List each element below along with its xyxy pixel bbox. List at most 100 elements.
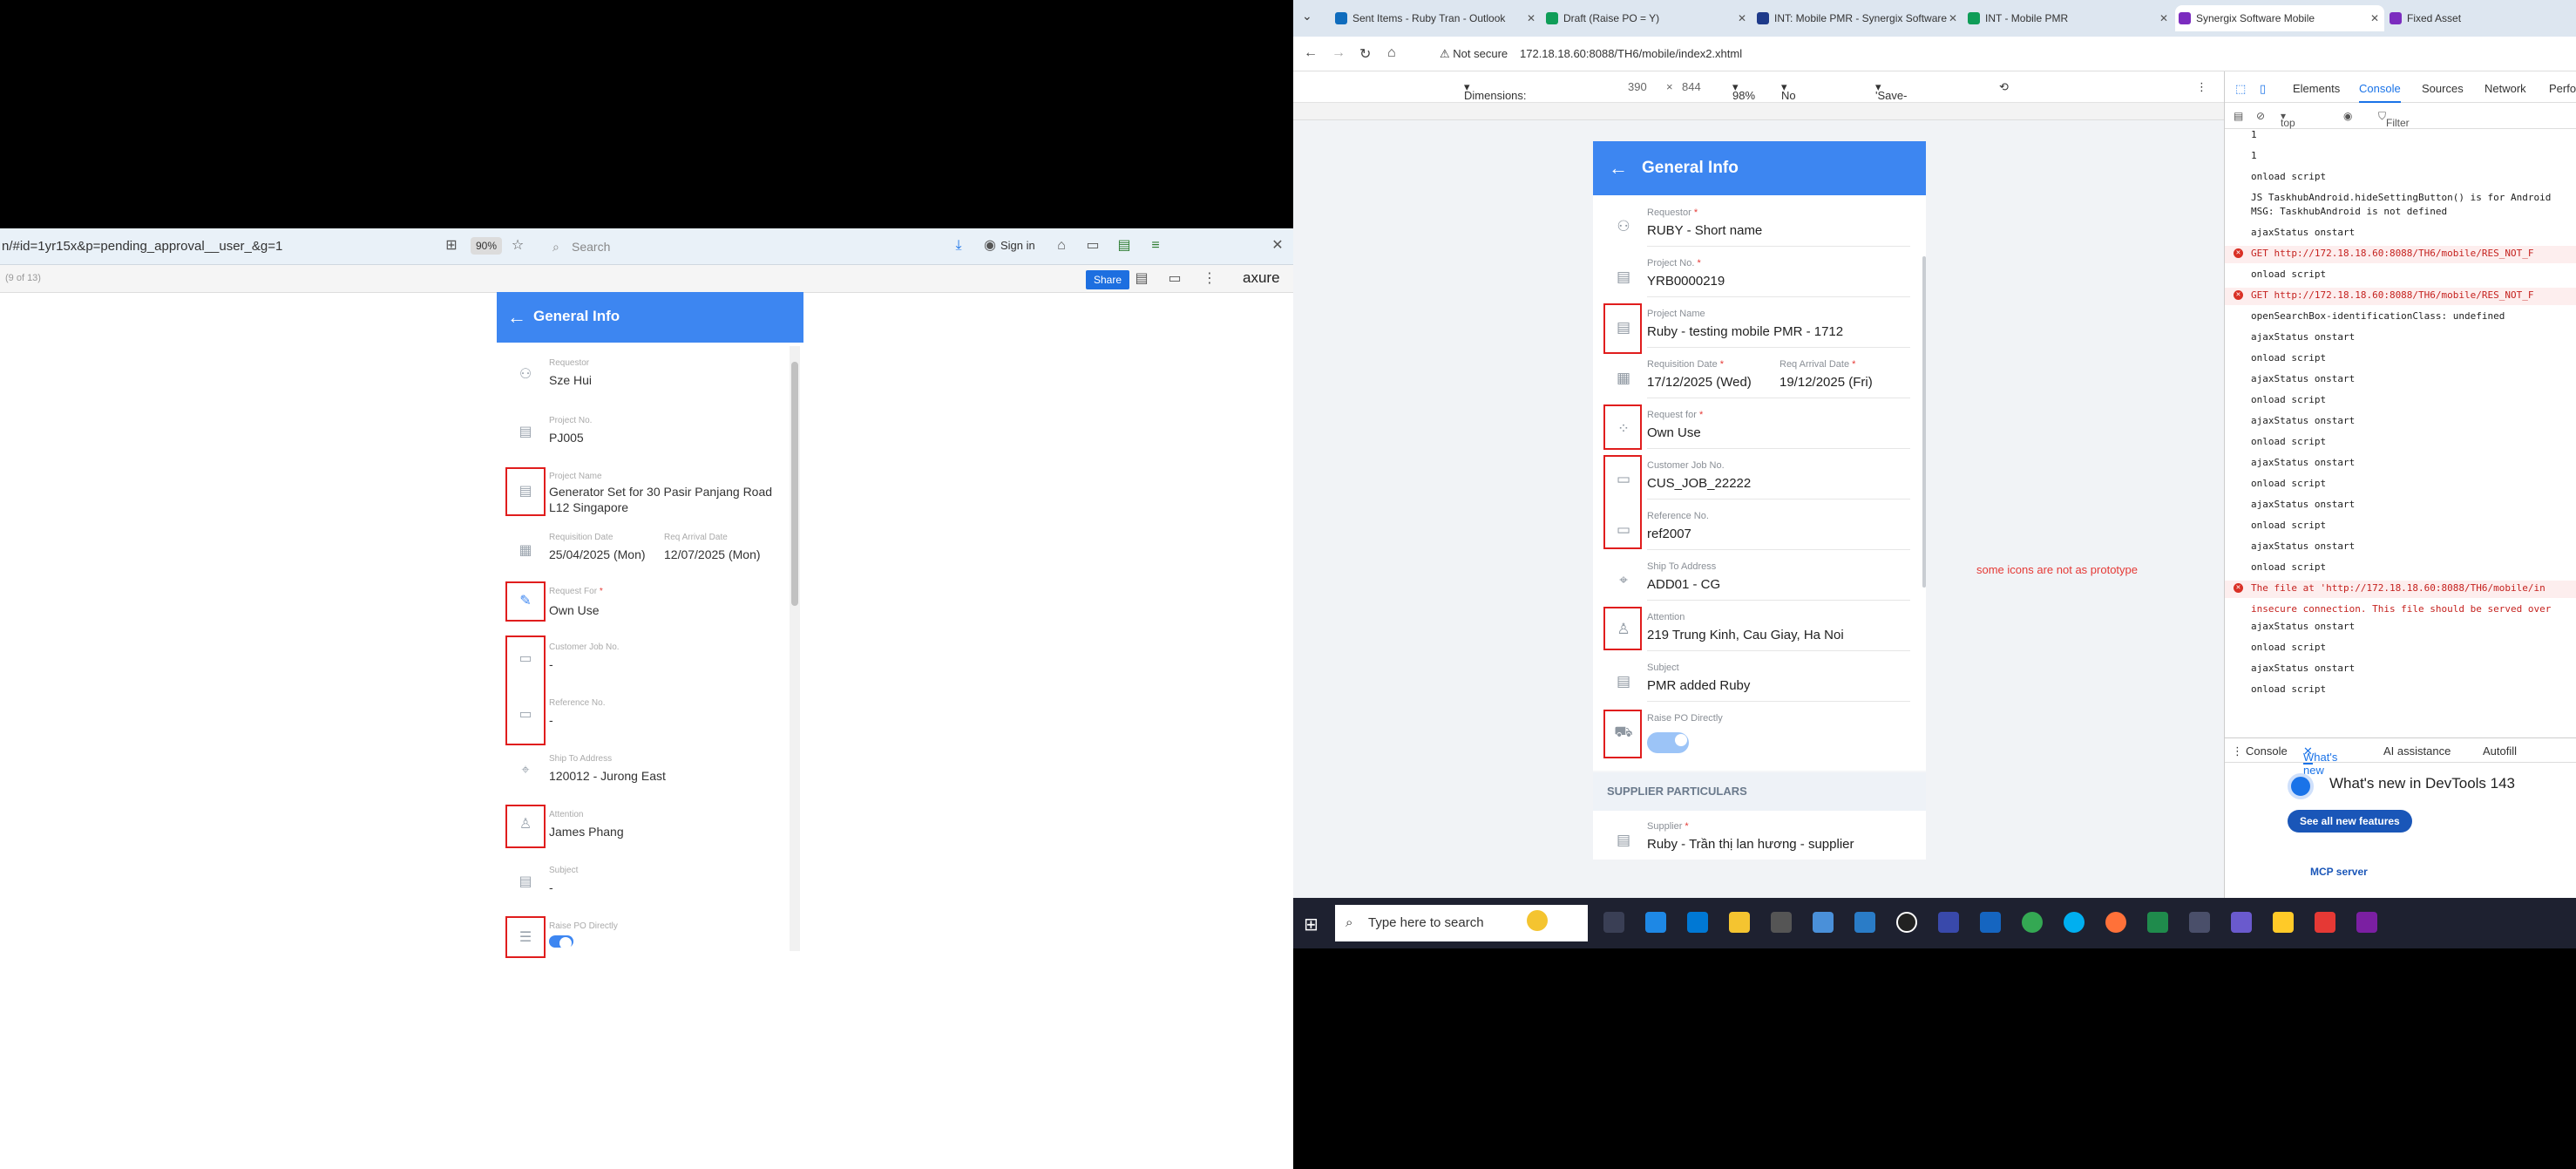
firefox-icon[interactable] (2105, 912, 2126, 933)
mcp-server-link[interactable]: MCP server (2310, 866, 2368, 878)
edge-icon[interactable] (1645, 912, 1666, 933)
download-icon[interactable]: ⤓ (950, 237, 967, 255)
star-icon[interactable]: ☆ (509, 237, 526, 255)
taskbar-search[interactable]: ⌕ Type here to search (1335, 905, 1588, 941)
copilot-icon[interactable] (1527, 910, 1548, 931)
tab[interactable]: INT: Mobile PMR - Synergix Software ✕ (1753, 5, 1963, 31)
tab-menu-icon[interactable]: ⌄ (1302, 9, 1312, 24)
sidebar-toggle-icon[interactable]: ▤ (2234, 110, 2243, 122)
excel-icon[interactable] (2147, 912, 2168, 933)
extension-icon[interactable]: ▭ (1084, 237, 1102, 255)
inspect-icon[interactable]: ⬚ (2235, 82, 2246, 96)
drawer-tab-whats-new[interactable]: What's new ✕ (2303, 744, 2337, 777)
tab-performance[interactable]: Perfo (2549, 82, 2576, 95)
rotate-icon[interactable]: ⟲ (1999, 80, 2009, 94)
field-value[interactable]: ref2007 (1647, 527, 1691, 541)
console-line[interactable]: GET http://172.18.18.60:8088/TH6/mobile/… (2251, 289, 2534, 301)
zoom-badge[interactable]: 90% (471, 237, 503, 255)
app-icon[interactable] (1896, 912, 1917, 933)
tab-console[interactable]: Console (2359, 82, 2401, 103)
more-icon[interactable]: ⋮ (1201, 270, 1218, 288)
left-url[interactable]: n/#id=1yr15x&p=pending_approval__user_&g… (2, 239, 282, 254)
filter-input[interactable]: ⛉ Filter (2378, 110, 2410, 129)
task-view-icon[interactable] (1603, 912, 1624, 933)
height-input[interactable]: 844 (1682, 80, 1701, 93)
field-value[interactable]: CUS_JOB_22222 (1647, 476, 1751, 491)
more-icon[interactable]: ⋮ (2196, 80, 2207, 94)
app-icon[interactable] (1813, 912, 1834, 933)
raise-po-toggle[interactable] (1647, 732, 1689, 753)
sticky-notes-icon[interactable] (2273, 912, 2294, 933)
extension-icon[interactable]: ▤ (1115, 237, 1133, 255)
back-arrow-icon[interactable]: ← (507, 306, 526, 329)
drawer-tab-console[interactable]: Console (2246, 744, 2288, 758)
tab[interactable]: Fixed Asset (2386, 5, 2576, 31)
field-value[interactable]: - (549, 712, 784, 728)
field-value[interactable]: James Phang (549, 824, 784, 839)
save-data-select[interactable]: 'Save-Data': default ▾ (1875, 80, 1909, 128)
clear-icon[interactable]: ⊘ (2256, 110, 2265, 122)
field-value[interactable]: PMR added Ruby (1647, 678, 1750, 693)
field-value[interactable]: RUBY - Short name (1647, 223, 1762, 238)
tab-network[interactable]: Network (2484, 82, 2526, 95)
drawer-menu-icon[interactable]: ⋮ (2232, 744, 2243, 758)
list-icon[interactable]: ▤ (1133, 270, 1150, 288)
snip-icon[interactable] (1771, 912, 1792, 933)
drawer-tab-ai[interactable]: AI assistance (2383, 744, 2451, 758)
width-input[interactable]: 390 (1628, 80, 1647, 93)
raise-po-toggle[interactable] (549, 935, 573, 949)
extension-icon[interactable]: ⌂ (1053, 237, 1070, 255)
tab[interactable]: Sent Items - Ruby Tran - Outlook ✕ (1332, 5, 1541, 31)
field-value[interactable]: Own Use (549, 602, 784, 618)
app-icon[interactable] (1938, 912, 1959, 933)
field-value[interactable]: 19/12/2025 (Fri) (1779, 375, 1873, 390)
file-explorer-icon[interactable] (1729, 912, 1750, 933)
console-line[interactable]: GET http://172.18.18.60:8088/TH6/mobile/… (2251, 248, 2534, 259)
back-arrow-icon[interactable]: ← (1609, 157, 1628, 180)
field-value[interactable]: - (549, 880, 784, 895)
extension-icon[interactable]: ≡ (1147, 237, 1164, 255)
back-icon[interactable]: ← (1304, 45, 1318, 61)
context-select[interactable]: top ▾ (2281, 110, 2295, 129)
tab[interactable]: INT - Mobile PMR ✕ (1964, 5, 2173, 31)
tab-elements[interactable]: Elements (2293, 82, 2340, 95)
sign-in-link[interactable]: Sign in (1000, 239, 1035, 252)
install-icon[interactable]: ⊞ (443, 237, 460, 255)
left-search-box[interactable]: ⌕ Search (547, 235, 913, 258)
reload-icon[interactable]: ↻ (1359, 45, 1371, 63)
url-field[interactable]: 172.18.18.60:8088/TH6/mobile/index2.xhtm… (1520, 47, 1742, 60)
app-icon[interactable] (2189, 912, 2210, 933)
chrome-icon[interactable] (2022, 912, 2043, 933)
app-icon[interactable] (2356, 912, 2377, 933)
left-scrollbar[interactable] (790, 346, 800, 951)
copilot-app-icon[interactable] (1687, 912, 1708, 933)
field-value[interactable]: ADD01 - CG (1647, 577, 1720, 592)
comment-icon[interactable]: ▭ (1166, 270, 1183, 288)
field-value[interactable]: Own Use (1647, 425, 1701, 440)
field-value[interactable]: YRB0000219 (1647, 274, 1725, 289)
throttle-select[interactable]: No throttling ▾ (1781, 80, 1825, 115)
close-icon[interactable]: ✕ (1269, 237, 1286, 255)
not-secure-label[interactable]: ⚠ Not secure (1440, 47, 1508, 61)
wps-icon[interactable] (2315, 912, 2335, 933)
device-select[interactable]: Dimensions: iPhone 12 Pro ▾ (1464, 80, 1527, 128)
left-scroll-thumb[interactable] (791, 362, 798, 606)
tab-active[interactable]: Synergix Software Mobile ✕ (2175, 5, 2384, 31)
see-all-features-button[interactable]: See all new features (2288, 810, 2412, 833)
right-scrollbar[interactable] (1922, 256, 1926, 588)
device-toggle-icon[interactable]: ▯ (2260, 82, 2266, 96)
eye-icon[interactable]: ◉ (2343, 110, 2352, 122)
console-line[interactable]: The file at 'http://172.18.18.60:8088/TH… (2251, 582, 2545, 594)
account-icon[interactable]: ◉ (981, 237, 999, 255)
app-icon[interactable] (1854, 912, 1875, 933)
field-value[interactable]: 17/12/2025 (Wed) (1647, 375, 1752, 390)
drawer-tab-autofill[interactable]: Autofill (2483, 744, 2517, 758)
share-button[interactable]: Share (1086, 270, 1130, 289)
windows-start-icon[interactable]: ⊞ (1304, 914, 1319, 935)
app-icon[interactable] (2231, 912, 2252, 933)
skype-icon[interactable] (2064, 912, 2085, 933)
tab[interactable]: Draft (Raise PO = Y) ✕ (1542, 5, 1752, 31)
field-value[interactable]: Ruby - Trần thị lan hương - supplier (1647, 837, 1854, 852)
field-value[interactable]: Ruby - testing mobile PMR - 1712 (1647, 324, 1843, 339)
zoom-select[interactable]: 98% ▾ (1732, 80, 1755, 102)
